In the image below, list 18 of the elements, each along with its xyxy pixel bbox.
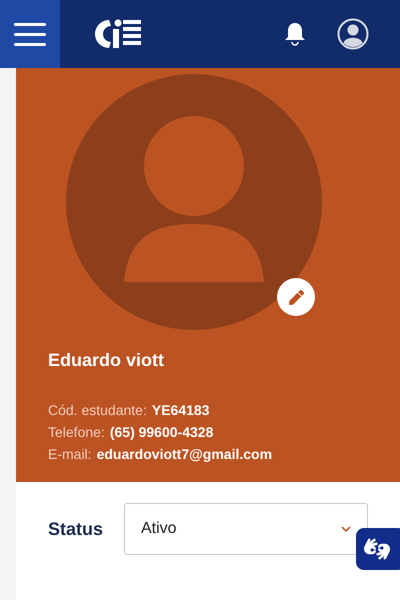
field-label: E-mail:	[48, 445, 92, 464]
user-avatar-icon[interactable]	[337, 18, 369, 50]
field-value: YE64183	[152, 401, 210, 420]
profile-name: Eduardo viott	[48, 349, 165, 372]
edit-photo-button[interactable]	[277, 278, 315, 316]
chevron-down-icon	[341, 526, 351, 532]
field-value: (65) 99600-4328	[110, 423, 214, 442]
sign-language-button[interactable]	[356, 528, 400, 570]
bell-icon[interactable]	[284, 22, 306, 46]
avatar-placeholder-icon	[66, 74, 322, 330]
hands-icon	[364, 536, 390, 562]
field-label: Cód. estudante:	[48, 401, 147, 420]
field-value: eduardoviott7@gmail.com	[96, 445, 272, 464]
menu-button[interactable]	[0, 0, 60, 68]
status-label: Status	[48, 518, 104, 540]
field-label: Telefone:	[48, 423, 105, 442]
pencil-icon	[288, 290, 304, 304]
status-select[interactable]: Ativo	[124, 503, 368, 555]
